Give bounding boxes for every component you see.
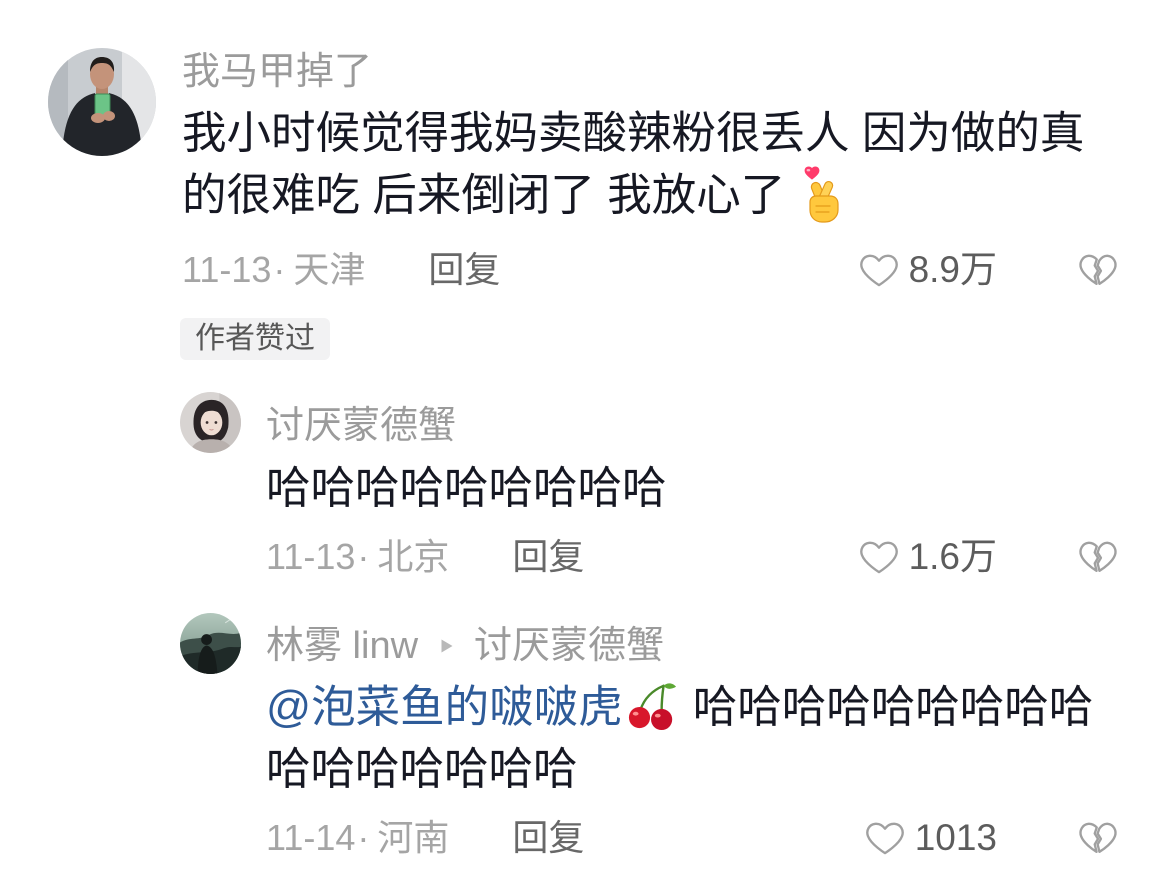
- comment-text: 哈哈哈哈哈哈哈哈哈: [266, 464, 667, 513]
- username-row: 讨厌蒙德蟹: [266, 404, 456, 448]
- heart-outline-icon: [865, 822, 904, 855]
- comment-meta: 11-13 · 天津 回复: [182, 248, 500, 292]
- avatar[interactable]: [180, 392, 241, 453]
- reply-username[interactable]: 讨厌蒙德蟹: [266, 404, 456, 448]
- dislike-button[interactable]: [1078, 539, 1118, 575]
- date-separator: ·: [273, 249, 286, 290]
- comment-location: 天津: [293, 249, 366, 290]
- comment-date: 11-13: [182, 249, 272, 290]
- reply-button[interactable]: 回复: [428, 248, 500, 292]
- comment-username[interactable]: 我马甲掉了: [182, 50, 372, 94]
- finger-heart-emoji-icon: [804, 166, 839, 223]
- comment-body[interactable]: @泡菜鱼的啵啵虎 哈哈哈哈哈哈哈哈哈哈哈哈哈哈哈哈: [266, 677, 1116, 801]
- mention-link[interactable]: @泡菜鱼的啵啵虎: [266, 683, 623, 732]
- like-count: 8.9万: [908, 249, 997, 290]
- like-count: 1013: [914, 817, 997, 858]
- broken-heart-icon: [1079, 822, 1117, 853]
- reply-button[interactable]: 回复: [512, 816, 584, 860]
- like-button[interactable]: 8.9万: [859, 248, 997, 292]
- broken-heart-icon: [1079, 254, 1117, 285]
- username-row: 我马甲掉了: [182, 50, 372, 94]
- reply-arrow-icon: [441, 639, 453, 653]
- comment-location: 河南: [377, 817, 450, 858]
- comment-meta: 11-13 · 北京 回复: [266, 535, 584, 579]
- avatar[interactable]: [180, 613, 241, 674]
- heart-outline-icon: [859, 541, 898, 574]
- like-count: 1.6万: [908, 536, 997, 577]
- avatar[interactable]: [48, 48, 156, 156]
- reply-to-username[interactable]: 讨厌蒙德蟹: [474, 624, 664, 668]
- dislike-button[interactable]: [1078, 252, 1118, 288]
- date-separator: ·: [357, 817, 370, 858]
- comment-meta: 11-14 · 河南 回复: [266, 816, 584, 860]
- broken-heart-icon: [1079, 541, 1117, 572]
- username-row: 林雾 linw 讨厌蒙德蟹: [266, 624, 664, 668]
- comment-body[interactable]: 我小时候觉得我妈卖酸辣粉很丢人 因为做的真的很难吃 后来倒闭了 我放心了: [182, 103, 1107, 227]
- like-button[interactable]: 1.6万: [859, 535, 997, 579]
- like-button[interactable]: 1013: [865, 816, 997, 860]
- date-separator: ·: [357, 536, 370, 577]
- comment-body[interactable]: 哈哈哈哈哈哈哈哈哈: [266, 458, 1116, 520]
- comment-location: 北京: [377, 536, 450, 577]
- comment-text: 我小时候觉得我妈卖酸辣粉很丢人 因为做的真的很难吃 后来倒闭了 我放心了: [182, 109, 1085, 220]
- comment-date: 11-14: [266, 817, 356, 858]
- comment-date: 11-13: [266, 536, 356, 577]
- author-liked-badge: 作者赞过: [180, 318, 330, 360]
- reply-button[interactable]: 回复: [512, 535, 584, 579]
- heart-outline-icon: [859, 254, 898, 287]
- dislike-button[interactable]: [1078, 820, 1118, 856]
- cherry-emoji-icon: [628, 683, 676, 731]
- reply-username[interactable]: 林雾 linw: [266, 624, 418, 668]
- comment-thread: 我马甲掉了 我小时候觉得我妈卖酸辣粉很丢人 因为做的真的很难吃 后来倒闭了 我放…: [0, 0, 1170, 886]
